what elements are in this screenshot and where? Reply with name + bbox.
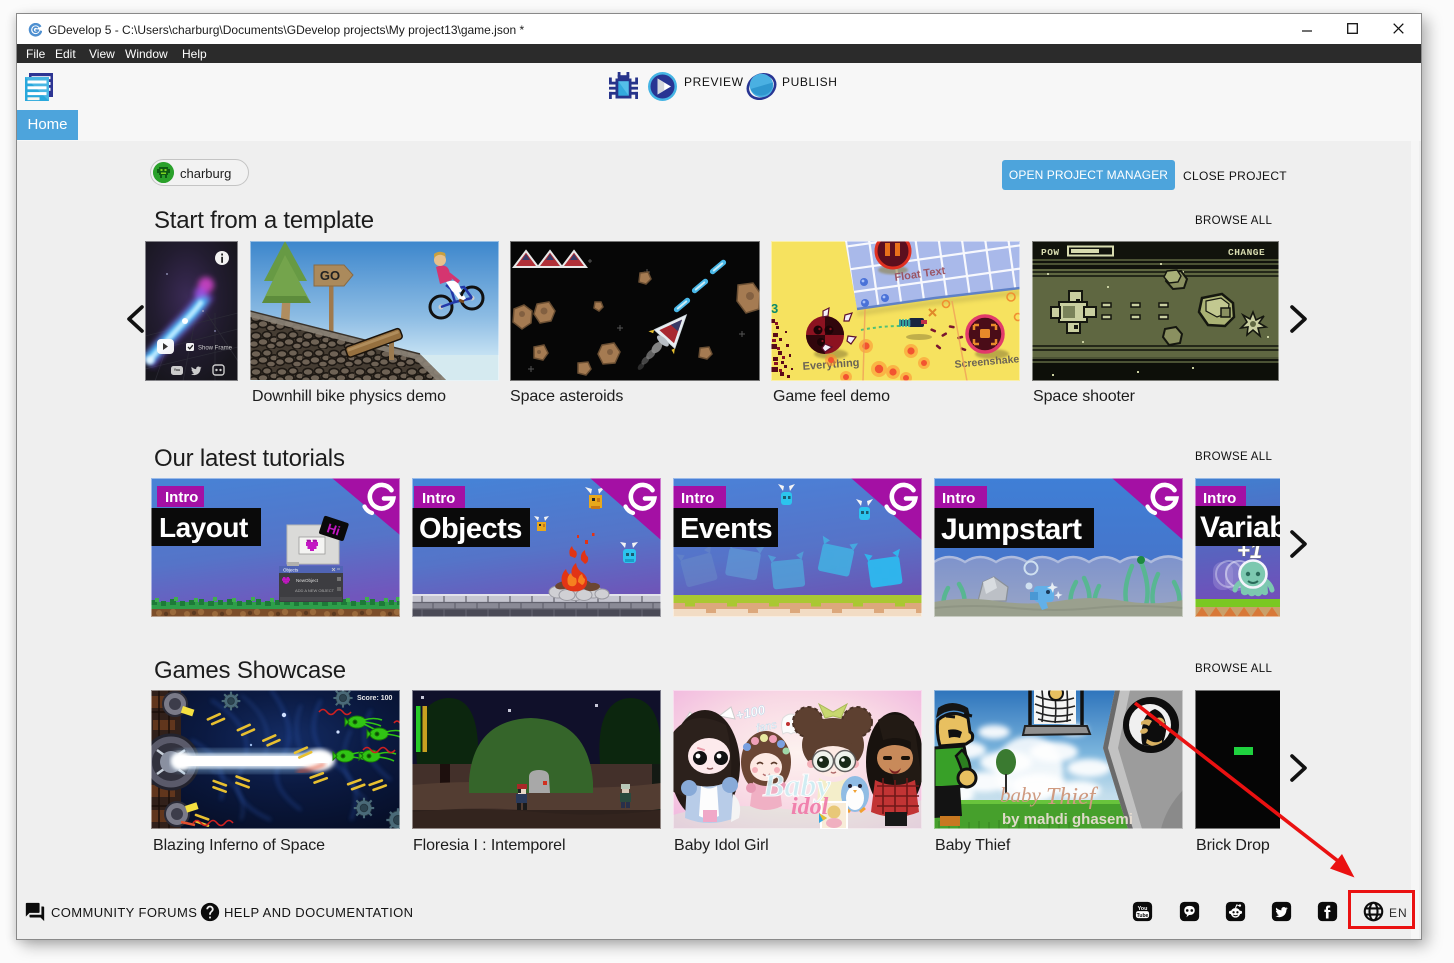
svg-text:You: You: [1138, 906, 1148, 912]
svg-text:Jumpstart: Jumpstart: [941, 513, 1082, 546]
svg-text:Intro: Intro: [422, 490, 455, 507]
svg-text:Intro: Intro: [165, 489, 198, 506]
svg-text:idol: idol: [791, 794, 829, 820]
svg-text:Objects: Objects: [283, 568, 299, 573]
svg-text:ADD A NEW OBJECT: ADD A NEW OBJECT: [295, 588, 335, 593]
svg-text:Intro: Intro: [681, 490, 714, 507]
svg-text:Objects: Objects: [419, 513, 522, 545]
svg-text:3: 3: [771, 301, 778, 316]
svg-text:POW: POW: [1041, 247, 1060, 258]
svg-text:Layout: Layout: [159, 512, 248, 543]
svg-text:by mahdi ghasemi: by mahdi ghasemi: [1002, 811, 1133, 828]
svg-text:Tube: Tube: [1137, 913, 1149, 919]
svg-text:Thief: Thief: [1046, 784, 1099, 810]
svg-text:Variab: Variab: [1200, 511, 1280, 544]
svg-text:baby: baby: [1000, 783, 1042, 807]
svg-text:NewObject: NewObject: [296, 578, 319, 583]
svg-text:Show Frame: Show Frame: [198, 346, 233, 352]
svg-text:Score: 100: Score: 100: [357, 695, 393, 702]
svg-text:Events: Events: [680, 513, 772, 545]
svg-text:Intro: Intro: [1203, 490, 1236, 507]
svg-text:Intro: Intro: [942, 490, 975, 507]
svg-text:GO: GO: [320, 268, 340, 283]
svg-text:CHANGE: CHANGE: [1228, 247, 1265, 258]
svg-text:You: You: [174, 368, 181, 372]
